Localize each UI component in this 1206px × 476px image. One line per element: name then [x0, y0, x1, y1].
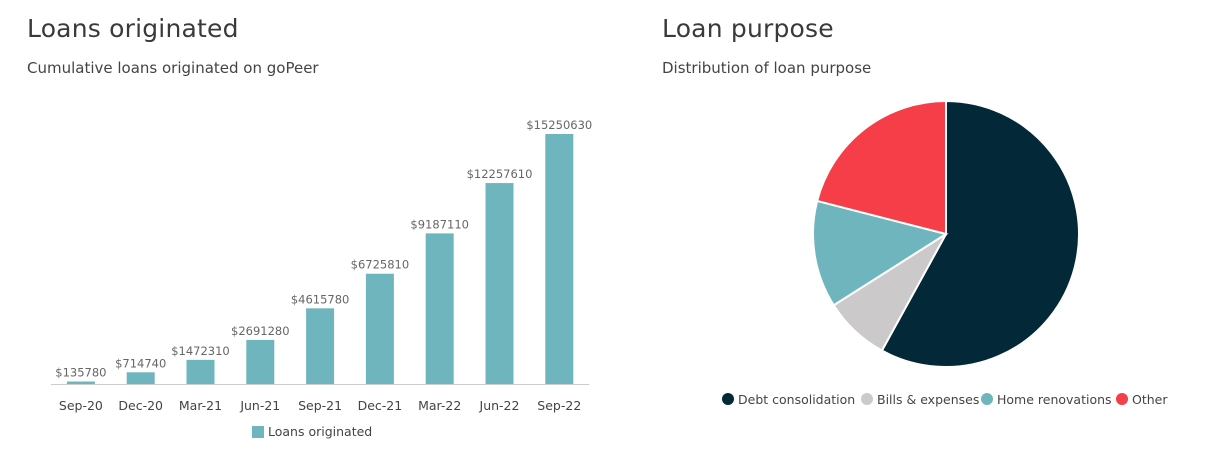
x-tick-label: Jun-22 — [479, 398, 520, 413]
legend-dot-home-renovations — [981, 393, 993, 405]
bar-value-label: $15250630 — [526, 118, 592, 132]
legend-label-bills-expenses: Bills & expenses — [877, 392, 979, 407]
loan-purpose-pie-chart: Debt consolidation Bills & expenses Home r… — [722, 99, 1168, 407]
legend-dot-other — [1116, 393, 1128, 405]
x-tick-label: Mar-21 — [179, 398, 222, 413]
x-tick-label: Sep-22 — [537, 398, 581, 413]
loans-originated-panel: Loans originated Cumulative loans origin… — [0, 0, 600, 476]
bar-sep-21 — [306, 308, 335, 384]
bar-value-label: $135780 — [55, 366, 106, 380]
legend-dot-bills-expenses — [861, 393, 873, 405]
bar-value-label: $6725810 — [351, 258, 410, 272]
bar-sep-20 — [66, 381, 95, 384]
bar-jun-21 — [246, 339, 275, 384]
legend-label-home-renovations: Home renovations — [997, 392, 1112, 407]
bar-dec-20 — [126, 372, 155, 384]
legend-label-debt-consolidation: Debt consolidation — [738, 392, 855, 407]
bar-value-label: $12257610 — [467, 167, 533, 181]
bar-mar-21 — [186, 359, 215, 384]
bar-value-label: $9187110 — [410, 217, 469, 231]
x-tick-label: Sep-21 — [298, 398, 342, 413]
x-tick-label: Dec-21 — [358, 398, 403, 413]
legend-dot-debt-consolidation — [722, 393, 734, 405]
legend-label-other: Other — [1132, 392, 1168, 407]
x-tick-label: Dec-20 — [118, 398, 163, 413]
legend-label-loans-originated: Loans originated — [268, 424, 372, 439]
loans-bar-chart: $135780 Sep-20 $714740 Dec-20 $1472310 Mar-21… — [51, 118, 592, 439]
bar-value-label: $2691280 — [231, 324, 290, 338]
bar-mar-22 — [425, 233, 454, 384]
legend-swatch-loans-originated — [252, 426, 264, 438]
bar-sep-22 — [545, 134, 574, 384]
loan-purpose-panel: Loan purpose Distribution of loan purpos… — [600, 0, 1206, 476]
bar-dec-21 — [365, 273, 394, 384]
x-tick-label: Mar-22 — [418, 398, 461, 413]
bar-value-label: $4615780 — [291, 292, 350, 306]
bar-value-label: $714740 — [115, 356, 166, 370]
x-tick-label: Sep-20 — [59, 398, 103, 413]
x-tick-label: Jun-21 — [239, 398, 280, 413]
bar-value-label: $1472310 — [171, 344, 230, 358]
bar-jun-22 — [485, 183, 514, 384]
